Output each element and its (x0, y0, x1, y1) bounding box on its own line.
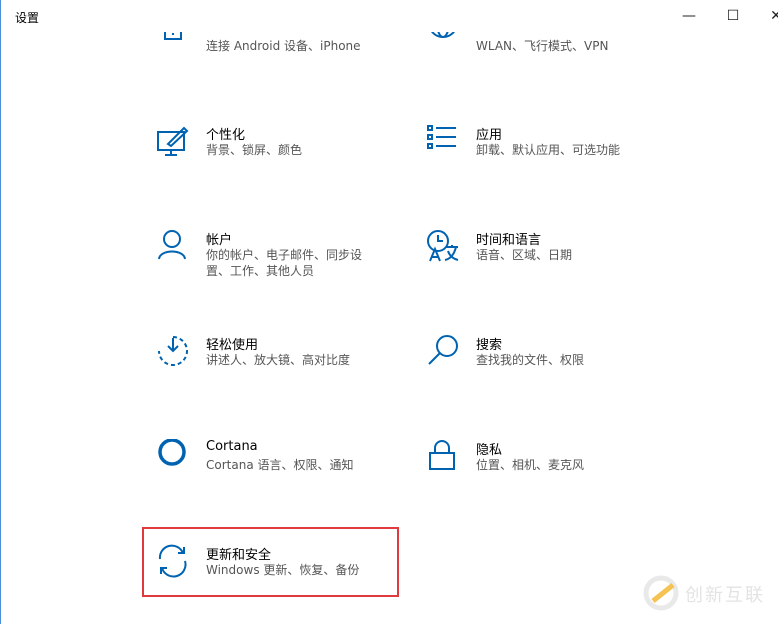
item-title: 隐私 (476, 443, 503, 458)
settings-item-ease-of-access[interactable]: 轻松使用 讲述人、放大镜、高对比度 (156, 334, 406, 394)
watermark-text: 创新互联 (685, 585, 765, 606)
item-subtitle: 语音、区域、日期 (476, 248, 573, 262)
item-subtitle: 连接 Android 设备、iPhone (206, 39, 361, 53)
apps-list-icon (426, 124, 460, 158)
item-title: 时间和语言 (476, 233, 542, 248)
settings-item-search[interactable]: 搜索 查找我的文件、权限 (426, 334, 676, 394)
window-title: 设置 (15, 11, 40, 25)
highlight-box (142, 527, 399, 597)
item-subtitle: 位置、相机、麦克风 (476, 458, 585, 472)
item-subtitle: Cortana 语言、权限、通知 (206, 458, 354, 472)
search-icon (426, 334, 460, 368)
item-subtitle: 讲述人、放大镜、高对比度 (206, 353, 351, 367)
item-subtitle: 查找我的文件、权限 (476, 353, 585, 367)
settings-item-accounts[interactable]: 帐户 你的帐户、电子邮件、同步设置、工作、其他人员 (156, 229, 406, 289)
cortana-icon (156, 438, 190, 473)
item-subtitle: 背景、锁屏、颜色 (206, 143, 303, 157)
maximize-button[interactable]: ☐ (718, 4, 748, 28)
item-title: 轻松使用 (206, 338, 259, 353)
item-title: 应用 (476, 128, 503, 143)
settings-item-personalization[interactable]: 个性化 背景、锁屏、颜色 (156, 124, 406, 184)
item-title: 帐户 (206, 233, 233, 248)
personalization-icon (156, 124, 190, 158)
lock-icon (426, 439, 460, 473)
minimize-button[interactable]: — (674, 4, 704, 28)
item-subtitle: 你的帐户、电子邮件、同步设置、工作、其他人员 (206, 248, 363, 278)
item-title: 个性化 (206, 128, 246, 143)
settings-item-privacy[interactable]: 隐私 位置、相机、麦克风 (426, 439, 676, 499)
close-button[interactable]: ✕ (761, 4, 778, 28)
watermark-logo: 创新互联 (643, 575, 773, 611)
item-subtitle: 卸载、默认应用、可选功能 (476, 143, 621, 157)
settings-item-cortana[interactable]: Cortana Cortana 语言、权限、通知 (156, 438, 406, 499)
item-subtitle: WLAN、飞行模式、VPN (476, 39, 609, 53)
item-title: Cortana (206, 439, 258, 454)
settings-item-apps[interactable]: 应用 卸载、默认应用、可选功能 (426, 124, 676, 184)
time-language-icon (426, 229, 460, 263)
settings-item-time-language[interactable]: 时间和语言 语音、区域、日期 (426, 229, 676, 289)
person-icon (156, 229, 190, 263)
item-title: 搜索 (476, 338, 503, 353)
ease-of-access-icon (156, 334, 190, 368)
title-bar: 设置 — ☐ ✕ (1, 0, 778, 32)
